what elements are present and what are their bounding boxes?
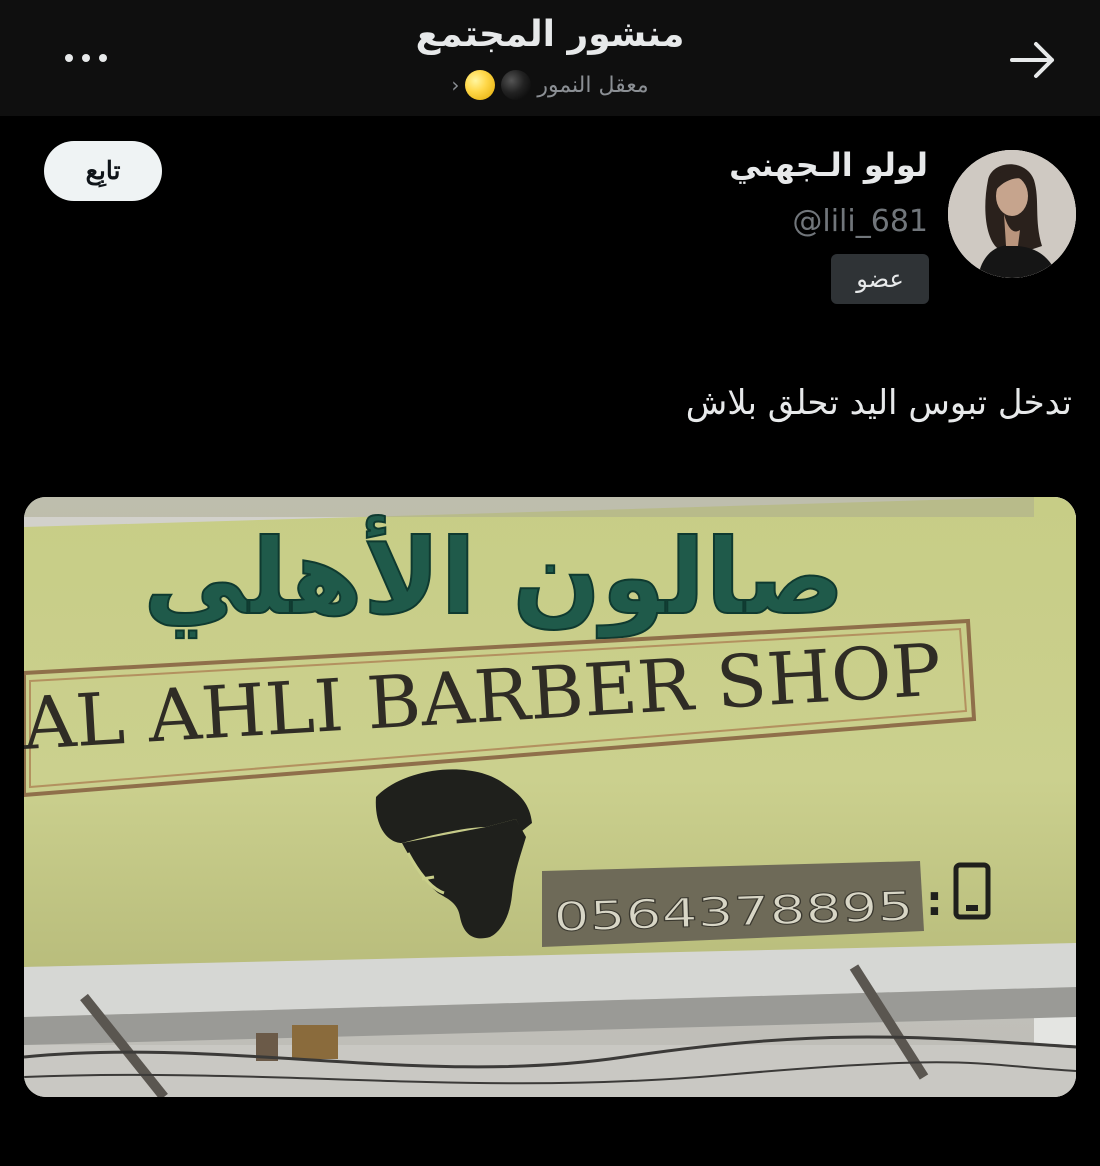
community-name: معقل النمور [537, 72, 649, 98]
black-ball-icon [501, 70, 532, 100]
post-text: تدخل تبوس اليد تحلق بلاش [685, 383, 1072, 423]
barber-sign-photo: صالون الأهلي AL AHLI BARBER SHOP 0564378… [24, 497, 1076, 1097]
sign-arabic-text: صالون الأهلي [143, 515, 845, 638]
yellow-ball-icon [465, 70, 496, 100]
follow-button[interactable]: تابِع [44, 141, 162, 201]
chevron-left-icon: ‹ [451, 73, 460, 97]
arrow-right-icon [1010, 42, 1054, 78]
author-handle[interactable]: @lili_681 [792, 204, 928, 239]
avatar-image [948, 150, 1076, 278]
more-options-button[interactable] [56, 36, 116, 80]
author-name[interactable]: لولو الـجهني [729, 146, 928, 184]
top-bar: منشور المجتمع معقل النمور ‹ [0, 0, 1100, 116]
community-link[interactable]: معقل النمور ‹ [250, 70, 850, 100]
avatar[interactable] [948, 150, 1076, 278]
more-horizontal-icon [65, 54, 107, 62]
post-image[interactable]: صالون الأهلي AL AHLI BARBER SHOP 0564378… [24, 497, 1076, 1097]
page-title: منشور المجتمع [415, 14, 685, 55]
sign-phone-separator: : [926, 876, 943, 925]
back-button[interactable] [1006, 36, 1060, 84]
member-badge: عضو [831, 254, 929, 304]
